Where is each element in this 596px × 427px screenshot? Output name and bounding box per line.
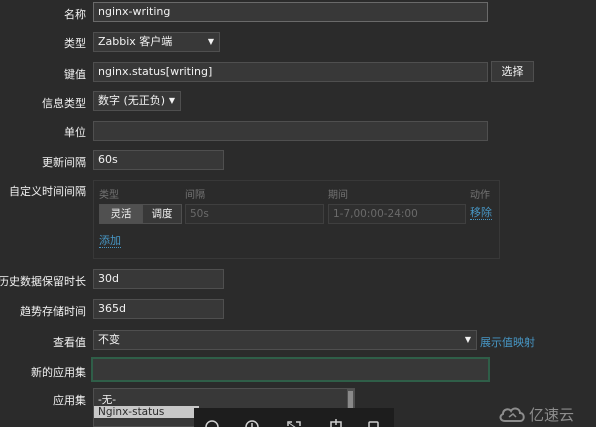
unit-input[interactable]	[93, 121, 488, 141]
key-input[interactable]: nginx.status[writing]	[93, 62, 488, 82]
name-input[interactable]: nginx-writing	[93, 2, 488, 22]
list-item[interactable]: Nginx-status	[94, 406, 199, 418]
chevron-down-icon: ▼	[168, 96, 175, 105]
zoom-out-icon[interactable]	[204, 418, 220, 427]
list-item[interactable]: -无-	[94, 394, 354, 406]
custom-interval-label: 自定义时间间隔	[9, 185, 86, 198]
show-value-select[interactable]: 不变 ▼	[93, 330, 477, 350]
interval-input[interactable]: 50s	[185, 204, 324, 224]
rotate-icon[interactable]	[328, 418, 344, 427]
header-interval: 间隔	[185, 190, 205, 201]
trend-label: 趋势存储时间	[20, 305, 86, 318]
watermark: 亿速云	[493, 403, 596, 427]
show-value-mapping-link[interactable]: 展示值映射	[480, 334, 535, 350]
type-select-value: Zabbix 客户端	[98, 35, 173, 48]
show-value-label: 查看值	[53, 336, 86, 349]
chevron-down-icon: ▼	[207, 37, 214, 46]
period-input[interactable]: 1-7,00:00-24:00	[328, 204, 466, 224]
name-label: 名称	[64, 8, 86, 21]
fullscreen-icon[interactable]	[286, 418, 302, 427]
unit-label: 单位	[64, 126, 86, 139]
mode-flexible-button[interactable]: 灵活	[99, 204, 143, 224]
app-label: 应用集	[53, 394, 86, 407]
history-label: 历史数据保留时长	[0, 275, 86, 288]
info-type-select[interactable]: 数字 (无正负) ▼	[93, 91, 181, 111]
zoom-in-icon[interactable]	[244, 418, 260, 427]
add-interval-link[interactable]: 添加	[99, 235, 121, 248]
key-select-button[interactable]: 选择	[491, 61, 534, 82]
info-type-select-value: 数字 (无正负)	[98, 94, 166, 107]
header-action: 动作	[470, 190, 490, 201]
cloud-logo-icon	[499, 407, 525, 422]
image-viewer-toolbar	[194, 408, 394, 427]
header-type: 类型	[99, 190, 119, 201]
new-app-label: 新的应用集	[31, 366, 86, 379]
info-type-label: 信息类型	[42, 97, 86, 110]
window-icon[interactable]	[366, 418, 382, 427]
key-label: 键值	[64, 68, 86, 81]
type-select[interactable]: Zabbix 客户端 ▼	[93, 32, 220, 52]
chevron-down-icon: ▼	[464, 335, 471, 344]
header-period: 期间	[328, 190, 348, 201]
show-value-select-value: 不变	[98, 333, 120, 346]
history-input[interactable]: 30d	[93, 269, 224, 289]
type-label: 类型	[64, 37, 86, 50]
trend-input[interactable]: 365d	[93, 299, 224, 319]
mode-scheduling-button[interactable]: 调度	[142, 204, 182, 224]
remove-link[interactable]: 移除	[470, 207, 492, 220]
watermark-text: 亿速云	[529, 406, 575, 424]
new-app-input[interactable]	[91, 357, 490, 382]
update-interval-label: 更新间隔	[42, 156, 86, 169]
custom-intervals-table: 类型 间隔 期间 动作 灵活 调度 50s 1-7,00:00-24:00 移除…	[93, 180, 500, 259]
update-interval-input[interactable]: 60s	[93, 150, 224, 170]
